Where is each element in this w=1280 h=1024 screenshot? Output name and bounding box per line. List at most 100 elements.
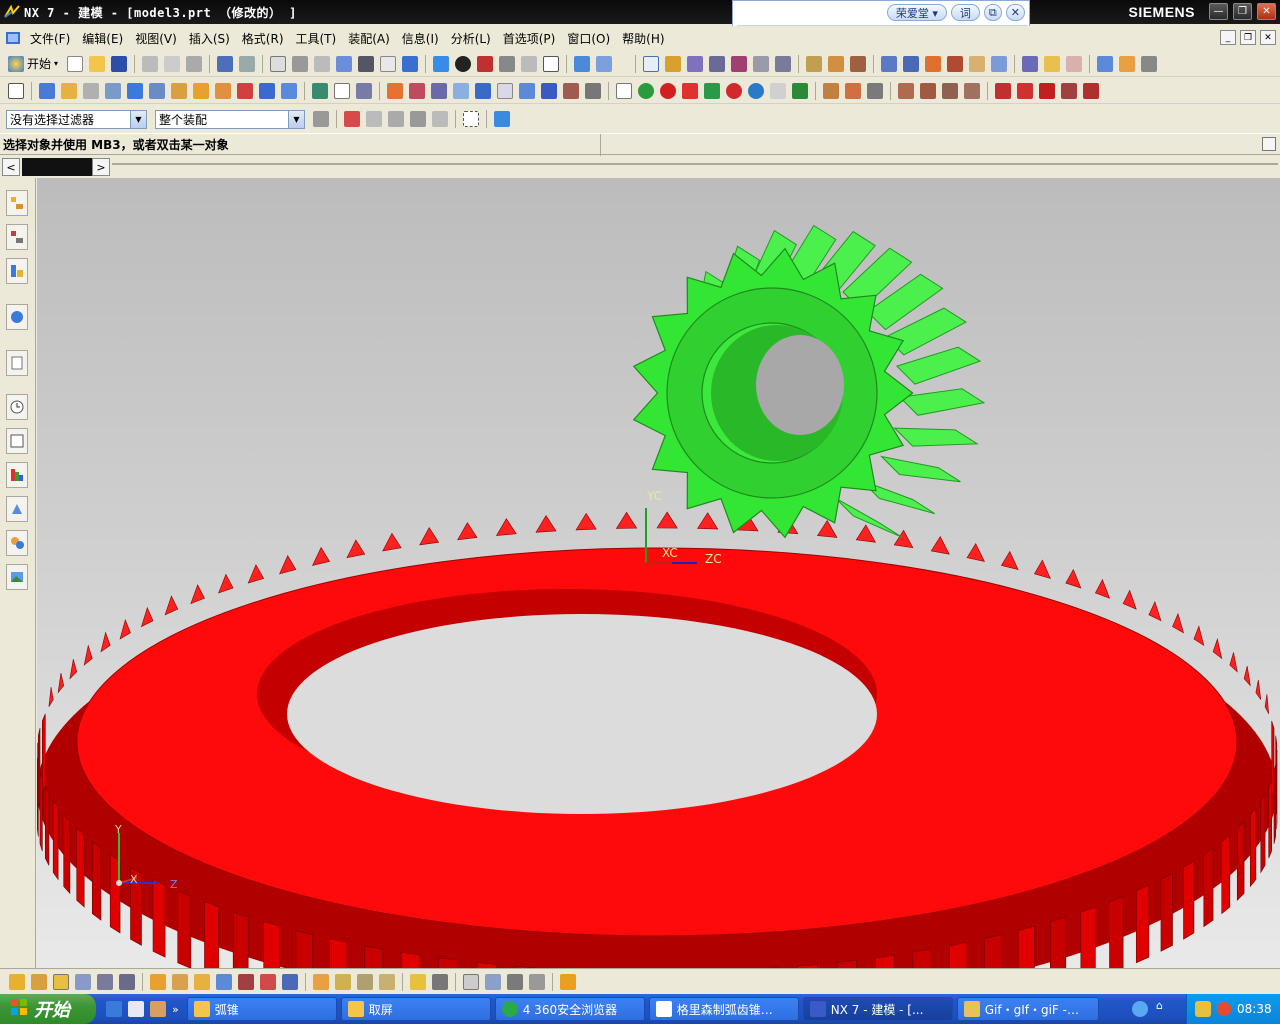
feature-rule-icon[interactable] — [432, 111, 448, 127]
offset-curve-icon[interactable] — [823, 82, 839, 99]
playback-icon[interactable] — [282, 973, 298, 990]
circle-red-icon[interactable] — [660, 82, 676, 99]
project-curve-icon[interactable] — [867, 82, 883, 99]
helix-icon[interactable] — [770, 82, 786, 99]
wave-icon[interactable] — [1097, 55, 1114, 72]
assembly-navigator-icon[interactable] — [1022, 55, 1039, 72]
curve-analysis-icon[interactable] — [881, 55, 898, 72]
datum-axis-icon[interactable] — [334, 82, 350, 99]
datum-plane-icon[interactable] — [312, 82, 328, 99]
control-point-icon[interactable] — [731, 55, 748, 72]
snap-point-icon[interactable] — [665, 55, 682, 72]
trim-curve-icon[interactable] — [898, 82, 914, 99]
palette-tab-icon[interactable] — [6, 564, 28, 590]
gear-model-scene[interactable]: YC XC ZC Y X Z — [37, 178, 1280, 968]
patch-icon[interactable] — [1017, 82, 1033, 99]
pocket-icon[interactable] — [215, 82, 231, 99]
pattern-icon[interactable] — [475, 82, 491, 99]
quick-app-icon[interactable] — [150, 1001, 166, 1017]
point-icon[interactable] — [616, 82, 632, 99]
edit-with-rollback-icon[interactable] — [216, 973, 232, 990]
rectangle-select-icon[interactable] — [463, 111, 479, 127]
datum-csys-icon[interactable] — [356, 82, 372, 99]
sequence-icon[interactable] — [1141, 55, 1158, 72]
intersection-icon[interactable] — [753, 55, 770, 72]
remove-parameters-icon[interactable] — [194, 973, 210, 990]
assembly-navigator-tab-icon[interactable] — [6, 190, 28, 216]
view-triad-icon[interactable] — [507, 973, 523, 990]
visualization-tab-icon[interactable] — [6, 462, 28, 488]
measure-body-icon[interactable] — [850, 55, 867, 72]
show-desktop-icon[interactable] — [106, 1001, 122, 1017]
cylinder-icon[interactable] — [149, 82, 165, 99]
bridge-curve-icon[interactable] — [845, 82, 861, 99]
graphics-window[interactable]: YC XC ZC Y X Z — [37, 178, 1280, 968]
draft-analysis-icon[interactable] — [969, 55, 986, 72]
unite-icon[interactable] — [259, 82, 275, 99]
snap-point-toggle-icon[interactable] — [344, 111, 360, 127]
ime-name-button[interactable]: 荣爱堂 ▾ — [886, 4, 947, 21]
clock-tab-icon[interactable] — [6, 394, 28, 420]
edit-positioning-icon[interactable] — [53, 973, 69, 990]
menu-format[interactable]: 格式(R) — [236, 30, 290, 47]
synchronous-icon[interactable] — [379, 973, 395, 990]
polygon-icon[interactable] — [748, 82, 764, 99]
cut-icon[interactable] — [142, 55, 159, 72]
spreadsheet-icon[interactable] — [335, 973, 351, 990]
scroll-right-icon[interactable]: > — [92, 158, 110, 176]
open-folder-icon[interactable] — [89, 55, 106, 72]
delay-update-icon[interactable] — [238, 973, 254, 990]
curve-rule-icon[interactable] — [366, 111, 382, 127]
perspective-icon[interactable] — [402, 55, 419, 72]
add-component-icon[interactable] — [1044, 55, 1061, 72]
through-curves-icon[interactable] — [1061, 82, 1077, 99]
copy-icon[interactable] — [164, 55, 181, 72]
shaded-icon[interactable] — [477, 55, 494, 72]
background-icon[interactable] — [521, 55, 538, 72]
sew-icon[interactable] — [995, 82, 1011, 99]
menu-edit[interactable]: 编辑(E) — [76, 30, 129, 47]
orient-view-icon[interactable] — [433, 55, 450, 72]
ime-tray-icon[interactable] — [1132, 1001, 1148, 1017]
doc-restore-button[interactable]: ❐ — [1240, 30, 1256, 45]
ime-close-button[interactable]: ✕ — [1005, 4, 1025, 21]
revolve-icon[interactable] — [83, 82, 99, 99]
new-file-icon[interactable] — [67, 55, 84, 72]
web-browser-tab-icon[interactable] — [6, 530, 28, 556]
shell-icon[interactable] — [431, 82, 447, 99]
menu-preferences[interactable]: 首选项(P) — [497, 30, 562, 47]
midpoint-icon[interactable] — [709, 55, 726, 72]
surface-analysis-icon[interactable] — [903, 55, 920, 72]
start-button[interactable]: 开始 ▾ — [8, 55, 58, 72]
link-icon[interactable] — [432, 973, 448, 990]
move-feature-icon[interactable] — [75, 973, 91, 990]
qq-tray-icon[interactable] — [1195, 1001, 1211, 1017]
gc-toolkit-icon[interactable] — [410, 973, 426, 990]
task-button-gif-editor[interactable]: Gif・gIf・giF -… — [956, 997, 1099, 1021]
selection-icon[interactable] — [643, 55, 660, 72]
scroll-thumb[interactable] — [22, 158, 92, 176]
replace-feature-icon[interactable] — [119, 973, 135, 990]
measure-angle-icon[interactable] — [828, 55, 845, 72]
extrude-icon[interactable] — [61, 82, 77, 99]
expression-icon[interactable] — [313, 973, 329, 990]
subtract-icon[interactable] — [281, 82, 297, 99]
copy-view-icon[interactable] — [485, 973, 501, 990]
work-view-icon[interactable] — [596, 55, 613, 72]
selection-scope-dropdown[interactable]: 整个装配 ▼ — [155, 109, 305, 129]
boss-icon[interactable] — [193, 82, 209, 99]
ruled-icon[interactable] — [1083, 82, 1099, 99]
menu-assemblies[interactable]: 装配(A) — [342, 30, 396, 47]
body-rule-icon[interactable] — [410, 111, 426, 127]
windows-start-button[interactable]: 开始 — [0, 994, 96, 1024]
security-tray-icon[interactable] — [1217, 1002, 1231, 1016]
type-filter-dropdown[interactable]: 没有选择过滤器 ▼ — [6, 109, 147, 129]
law-curve-icon[interactable] — [792, 82, 808, 99]
task-button-hu-zhui[interactable]: 弧锥 — [186, 997, 337, 1021]
render-style-icon[interactable] — [455, 55, 472, 72]
system-materials-tab-icon[interactable] — [6, 428, 28, 454]
history-tab-icon[interactable] — [6, 350, 28, 376]
customize-icon[interactable] — [560, 973, 576, 990]
face-rule-icon[interactable] — [388, 111, 404, 127]
undo-icon[interactable] — [217, 55, 234, 72]
